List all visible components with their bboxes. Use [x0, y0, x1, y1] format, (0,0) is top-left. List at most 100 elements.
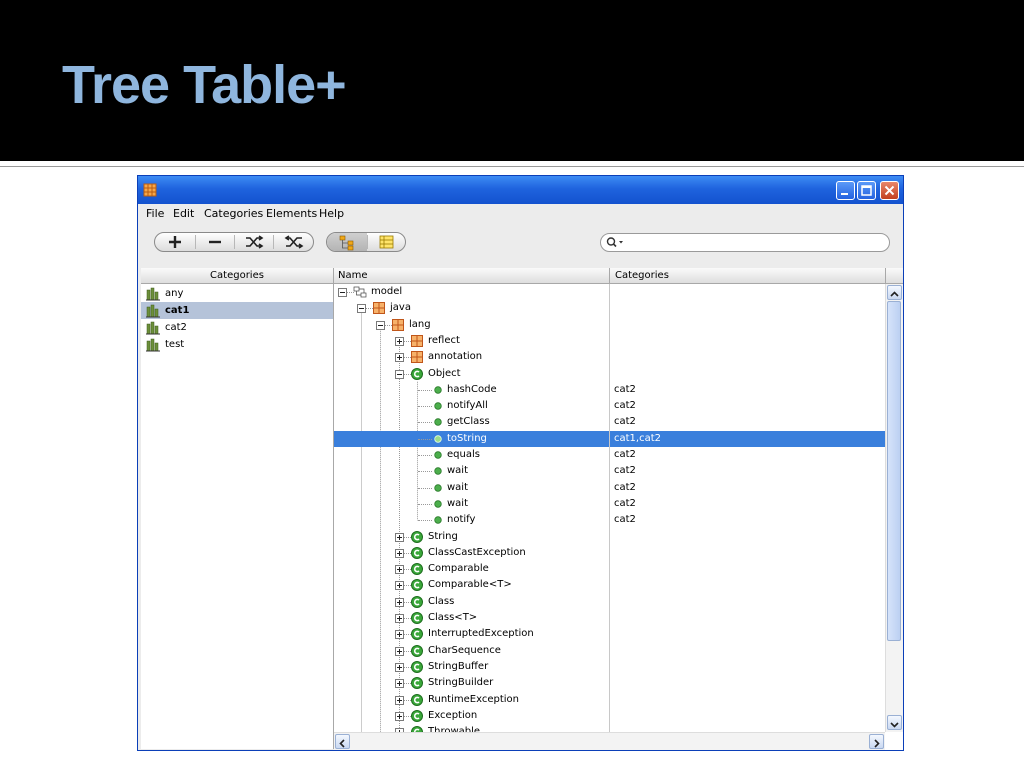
method-icon: [434, 451, 442, 459]
menu-bar: File Edit Categories Elements Help: [138, 204, 903, 224]
tree-connector: [418, 520, 432, 522]
scroll-right-button[interactable]: [869, 734, 884, 749]
remove-button[interactable]: [196, 233, 234, 251]
expand-icon[interactable]: [395, 336, 404, 346]
tree-row-name: reflect: [428, 334, 460, 346]
tree-row-name: Object: [428, 367, 461, 379]
menu-help[interactable]: Help: [319, 207, 344, 220]
column-header-categories[interactable]: Categories: [609, 268, 885, 284]
expand-icon[interactable]: [395, 597, 404, 607]
menu-file[interactable]: File: [146, 207, 164, 220]
minimize-icon: [841, 193, 848, 195]
collapse-icon[interactable]: [357, 304, 366, 314]
tree-view-button[interactable]: [327, 233, 367, 251]
package-icon: [373, 302, 385, 315]
column-header-name[interactable]: Name: [334, 268, 609, 284]
tree-row-name: wait: [447, 465, 469, 477]
search-input[interactable]: [600, 233, 890, 252]
close-button[interactable]: [880, 181, 899, 200]
toolbar: [138, 224, 903, 268]
class-icon: [411, 726, 423, 732]
scroll-up-button[interactable]: [887, 285, 902, 300]
method-icon: [434, 516, 442, 524]
table-view-icon: [379, 235, 394, 249]
tree-connector: [418, 503, 432, 505]
class-icon: [411, 612, 423, 624]
collapse-icon[interactable]: [395, 369, 404, 379]
tree-row-categories: cat2: [614, 416, 636, 428]
category-item-any[interactable]: any: [141, 285, 333, 302]
tree-row-name: wait: [447, 497, 469, 509]
tree-row-name: model: [371, 286, 403, 297]
expand-icon[interactable]: [395, 630, 404, 640]
tree-row-name: Class: [428, 595, 455, 607]
expand-icon[interactable]: [395, 646, 404, 656]
expand-icon[interactable]: [395, 695, 404, 705]
horizontal-scrollbar[interactable]: [334, 732, 885, 750]
chevron-left-icon: [339, 739, 345, 748]
category-item-cat1[interactable]: cat1: [141, 302, 333, 319]
tree-view-icon: [339, 235, 354, 251]
column-header-corner: [885, 268, 903, 284]
shuffle-icon: [246, 235, 264, 249]
tree-row-categories: cat2: [614, 481, 636, 493]
vertical-scrollbar[interactable]: [885, 284, 903, 732]
tree-row-name: ClassCastException: [428, 546, 526, 558]
expand-icon[interactable]: [395, 711, 404, 721]
scroll-left-button[interactable]: [335, 734, 350, 749]
menu-edit[interactable]: Edit: [173, 207, 194, 220]
class-icon: [411, 530, 423, 543]
chevron-right-icon: [874, 739, 880, 748]
tree-row-categories: cat1,cat2: [614, 432, 661, 444]
class-icon: [411, 709, 423, 722]
expand-icon[interactable]: [395, 614, 404, 623]
search-icon: [606, 237, 623, 248]
app-window: File Edit Categories Elements Help Categ…: [137, 175, 904, 751]
method-icon: [434, 386, 442, 394]
package-icon: [411, 334, 423, 347]
model-icon: [353, 286, 367, 298]
menu-elements[interactable]: Elements: [266, 207, 317, 220]
scroll-down-button[interactable]: [887, 715, 902, 730]
package-icon: [392, 318, 404, 331]
maximize-icon: [861, 185, 872, 196]
tree-connector: [418, 389, 432, 391]
class-icon: [411, 660, 423, 673]
expand-icon[interactable]: [395, 353, 404, 363]
slide-title: Tree Table+: [62, 55, 347, 115]
unassign-category-button[interactable]: [274, 233, 314, 251]
method-icon: [434, 402, 442, 410]
tree-connector: [418, 487, 432, 489]
maximize-button[interactable]: [857, 181, 876, 200]
tree-row-categories: cat2: [614, 465, 636, 477]
categories-header[interactable]: Categories: [141, 268, 333, 284]
expand-icon[interactable]: [395, 532, 404, 542]
class-icon: [411, 367, 423, 380]
category-item-label: cat1: [165, 305, 190, 316]
expand-icon[interactable]: [395, 548, 404, 558]
menu-categories[interactable]: Categories: [204, 207, 263, 220]
table-view-button[interactable]: [368, 233, 406, 251]
tree-row-name: lang: [409, 318, 431, 330]
category-item-test[interactable]: test: [141, 336, 333, 353]
collapse-icon[interactable]: [376, 320, 385, 330]
expand-icon[interactable]: [395, 679, 404, 689]
expand-icon[interactable]: [395, 565, 404, 575]
collapse-icon[interactable]: [338, 288, 347, 297]
category-item-cat2[interactable]: cat2: [141, 319, 333, 336]
minimize-button[interactable]: [836, 181, 855, 200]
class-icon: [411, 563, 423, 576]
close-icon: [884, 185, 895, 196]
tree-row-categories: cat2: [614, 400, 636, 412]
add-button[interactable]: [155, 233, 195, 251]
tree-row-name: java: [390, 302, 411, 314]
method-icon: [434, 467, 442, 475]
vertical-scroll-thumb[interactable]: [887, 301, 901, 641]
window-titlebar[interactable]: [138, 176, 903, 204]
expand-icon[interactable]: [395, 662, 404, 672]
assign-category-button[interactable]: [235, 233, 273, 251]
tree-row-name: notifyAll: [447, 400, 488, 412]
tree-connector: [418, 471, 432, 473]
class-icon: [411, 595, 423, 608]
expand-icon[interactable]: [395, 581, 404, 591]
